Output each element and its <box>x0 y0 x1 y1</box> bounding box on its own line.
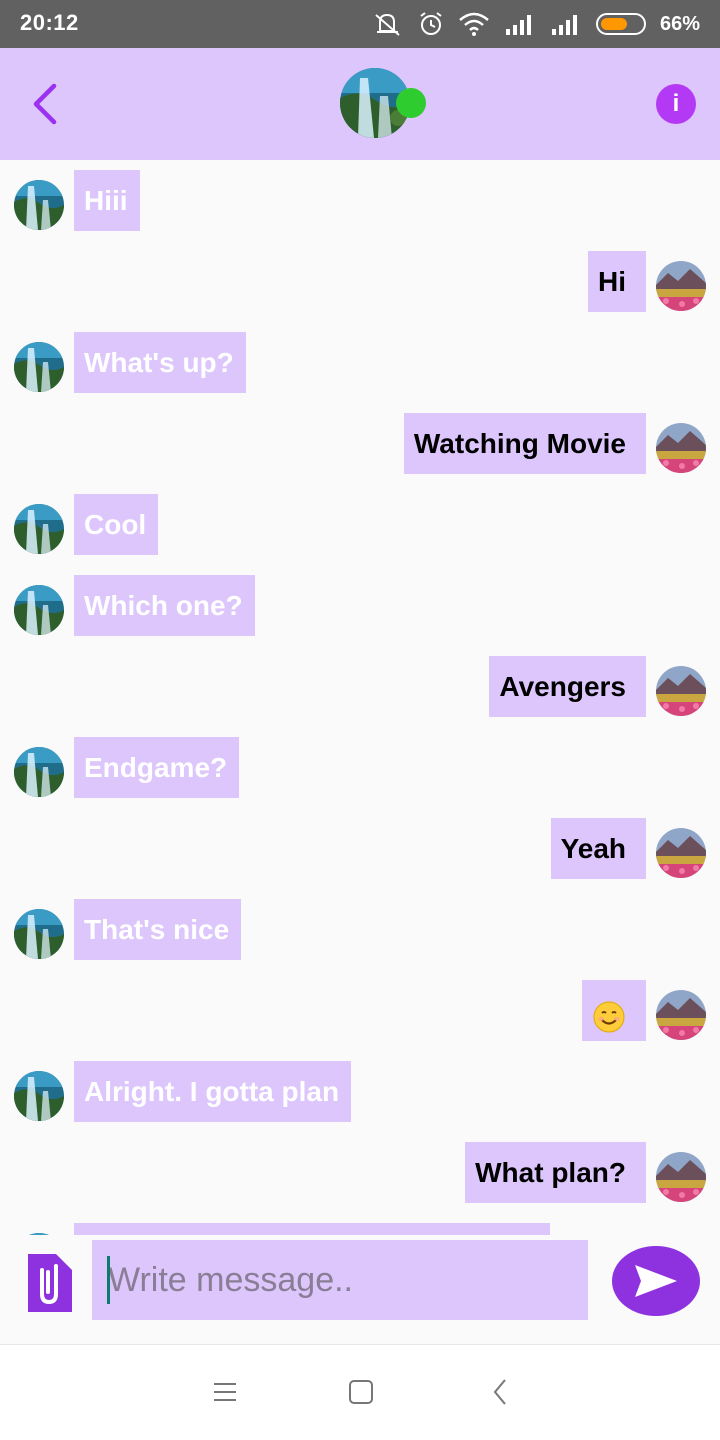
send-icon <box>635 1265 677 1297</box>
message-bubble[interactable]: Hi <box>588 251 646 312</box>
system-nav-bar <box>0 1344 720 1440</box>
chevron-left-icon <box>33 83 57 125</box>
contact-message-avatar <box>14 1071 64 1121</box>
sent-message[interactable]: Watching Movie <box>0 403 720 474</box>
received-message[interactable]: Which one? <box>0 565 720 636</box>
message-input[interactable] <box>92 1240 588 1320</box>
sent-message[interactable]: Avengers <box>0 646 720 717</box>
contact-message-avatar <box>14 585 64 635</box>
battery-percent: 66% <box>659 12 700 35</box>
message-text: Which one? <box>84 590 243 621</box>
message-text: Yeah <box>560 833 626 864</box>
message-bubble[interactable]: Avengers <box>489 656 646 717</box>
battery-level <box>600 18 627 30</box>
message-text: Avengers <box>499 671 626 702</box>
battery-icon <box>595 13 646 35</box>
user-message-avatar <box>656 666 706 716</box>
user-message-avatar <box>656 423 706 473</box>
wifi-icon <box>459 12 489 36</box>
message-text: What plan? <box>475 1157 626 1188</box>
message-text: Hi <box>598 266 626 297</box>
back-icon <box>493 1379 506 1405</box>
status-time: 20:12 <box>20 10 79 35</box>
home-square-icon <box>349 1380 373 1404</box>
received-message[interactable]: What's up? <box>0 322 720 393</box>
message-bubble[interactable]: That's nice <box>74 899 242 960</box>
contact-message-avatar <box>14 1233 64 1235</box>
send-button[interactable] <box>612 1246 700 1316</box>
info-icon: i <box>672 90 680 117</box>
menu-button[interactable] <box>205 1377 245 1407</box>
contact-message-avatar <box>14 747 64 797</box>
message-bubble[interactable] <box>74 1223 550 1235</box>
message-bubble[interactable]: Which one? <box>74 575 255 636</box>
text-caret <box>107 1256 110 1304</box>
contact-message-avatar <box>14 909 64 959</box>
alarm-icon <box>420 12 442 35</box>
message-list[interactable]: Hiii Hi What's up? Watching Movie Cool Which … <box>0 160 720 1235</box>
message-bubble[interactable] <box>582 980 646 1041</box>
user-message-avatar <box>656 990 706 1040</box>
message-text: That's nice <box>84 914 230 945</box>
message-text: Watching Movie <box>413 428 626 459</box>
paperclip-icon <box>28 1254 72 1312</box>
message-bubble[interactable]: Cool <box>74 494 159 555</box>
user-message-avatar <box>656 1152 706 1202</box>
received-message[interactable]: Endgame? <box>0 727 720 798</box>
message-text: Hiii <box>84 185 128 216</box>
message-bubble[interactable]: What plan? <box>465 1142 646 1203</box>
message-text: Endgame? <box>84 752 228 783</box>
mute-icon <box>375 13 400 36</box>
received-message[interactable]: Alright. I gotta plan <box>0 1051 720 1122</box>
status-bar: 20:12 66% <box>0 0 720 48</box>
menu-icon <box>214 1383 236 1401</box>
sent-message[interactable]: Yeah <box>0 808 720 879</box>
status-icons: 66% <box>374 11 700 37</box>
contact-message-avatar <box>14 180 64 230</box>
message-text: Alright. I gotta plan <box>84 1076 340 1107</box>
user-message-avatar <box>656 828 706 878</box>
nav-back-button[interactable] <box>480 1377 520 1407</box>
chat-header: i <box>0 48 720 160</box>
sent-message[interactable] <box>0 970 720 1041</box>
signal-icon <box>551 15 577 35</box>
message-bubble[interactable]: Hiii <box>74 170 140 231</box>
message-bubble[interactable]: Alright. I gotta plan <box>74 1061 352 1122</box>
user-message-avatar <box>656 261 706 311</box>
received-message[interactable] <box>0 1213 720 1235</box>
received-message[interactable]: Hiii <box>0 160 720 231</box>
contact-message-avatar <box>14 342 64 392</box>
message-text: Cool <box>84 509 147 540</box>
smiling-face-emoji <box>592 994 626 1033</box>
home-button[interactable] <box>341 1377 381 1407</box>
received-message[interactable]: Cool <box>0 484 720 555</box>
back-button[interactable] <box>22 78 66 130</box>
message-bubble[interactable]: Endgame? <box>74 737 240 798</box>
composer-bar <box>0 1236 720 1344</box>
message-bubble[interactable]: Watching Movie <box>403 413 646 474</box>
message-bubble[interactable]: What's up? <box>74 332 246 393</box>
contact-message-avatar <box>14 504 64 554</box>
sent-message[interactable]: Hi <box>0 241 720 312</box>
info-button[interactable]: i <box>656 84 696 124</box>
sent-message[interactable]: What plan? <box>0 1132 720 1203</box>
message-text: What's up? <box>84 347 234 378</box>
chat-screen: 20:12 66% i Hiii Hi What's up? Watching … <box>0 0 720 1440</box>
received-message[interactable]: That's nice <box>0 889 720 960</box>
attach-button[interactable] <box>20 1250 76 1316</box>
signal-icon <box>505 15 531 35</box>
online-status-dot <box>396 88 426 118</box>
message-bubble[interactable]: Yeah <box>550 818 646 879</box>
